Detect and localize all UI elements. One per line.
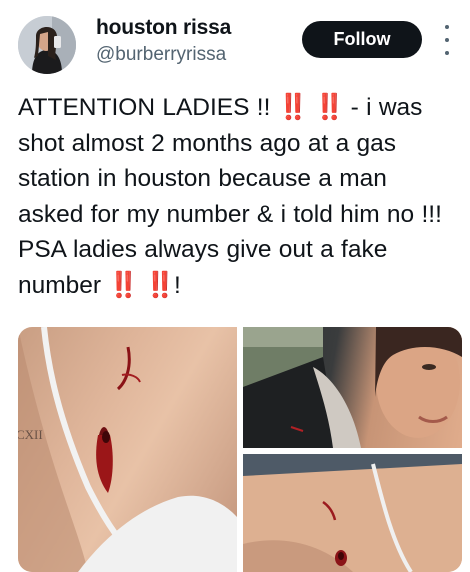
double-exclamation-emoji-icon: ‼️ — [144, 270, 176, 299]
tweet-text-part2: - i was shot almost 2 months ago at a ga… — [18, 94, 442, 299]
double-exclamation-emoji-icon: ‼️ — [108, 270, 139, 299]
photo-shoulder-closeup[interactable] — [243, 454, 462, 572]
tweet-header: houston rissa @burberryrissa Follow — [0, 0, 470, 80]
tweet-text: ATTENTION LADIES !! ‼️ ‼️ - i was shot a… — [18, 90, 458, 303]
display-name[interactable]: houston rissa — [96, 16, 231, 40]
tattoo-text: CXII — [18, 427, 43, 442]
follow-button[interactable]: Follow — [302, 21, 422, 58]
photo-main-image: CXII — [18, 327, 237, 572]
double-exclamation-emoji-icon: ‼️ — [314, 93, 345, 121]
vertical-ellipsis-icon[interactable] — [440, 25, 454, 55]
avatar-image — [18, 16, 76, 74]
photo-tr-image — [243, 327, 462, 448]
user-handle[interactable]: @burberryrissa — [96, 44, 226, 66]
photo-car-selfie[interactable] — [243, 327, 462, 448]
avatar[interactable] — [18, 16, 76, 74]
media-grid: CXII — [18, 327, 462, 572]
tweet-text-part3: ! — [173, 271, 181, 299]
tweet-text-part1: ATTENTION LADIES !! — [18, 94, 278, 121]
photo-shoulder-wound[interactable]: CXII — [18, 327, 237, 572]
photo-br-image — [243, 454, 462, 572]
double-exclamation-emoji-icon: ‼️ — [277, 93, 309, 121]
